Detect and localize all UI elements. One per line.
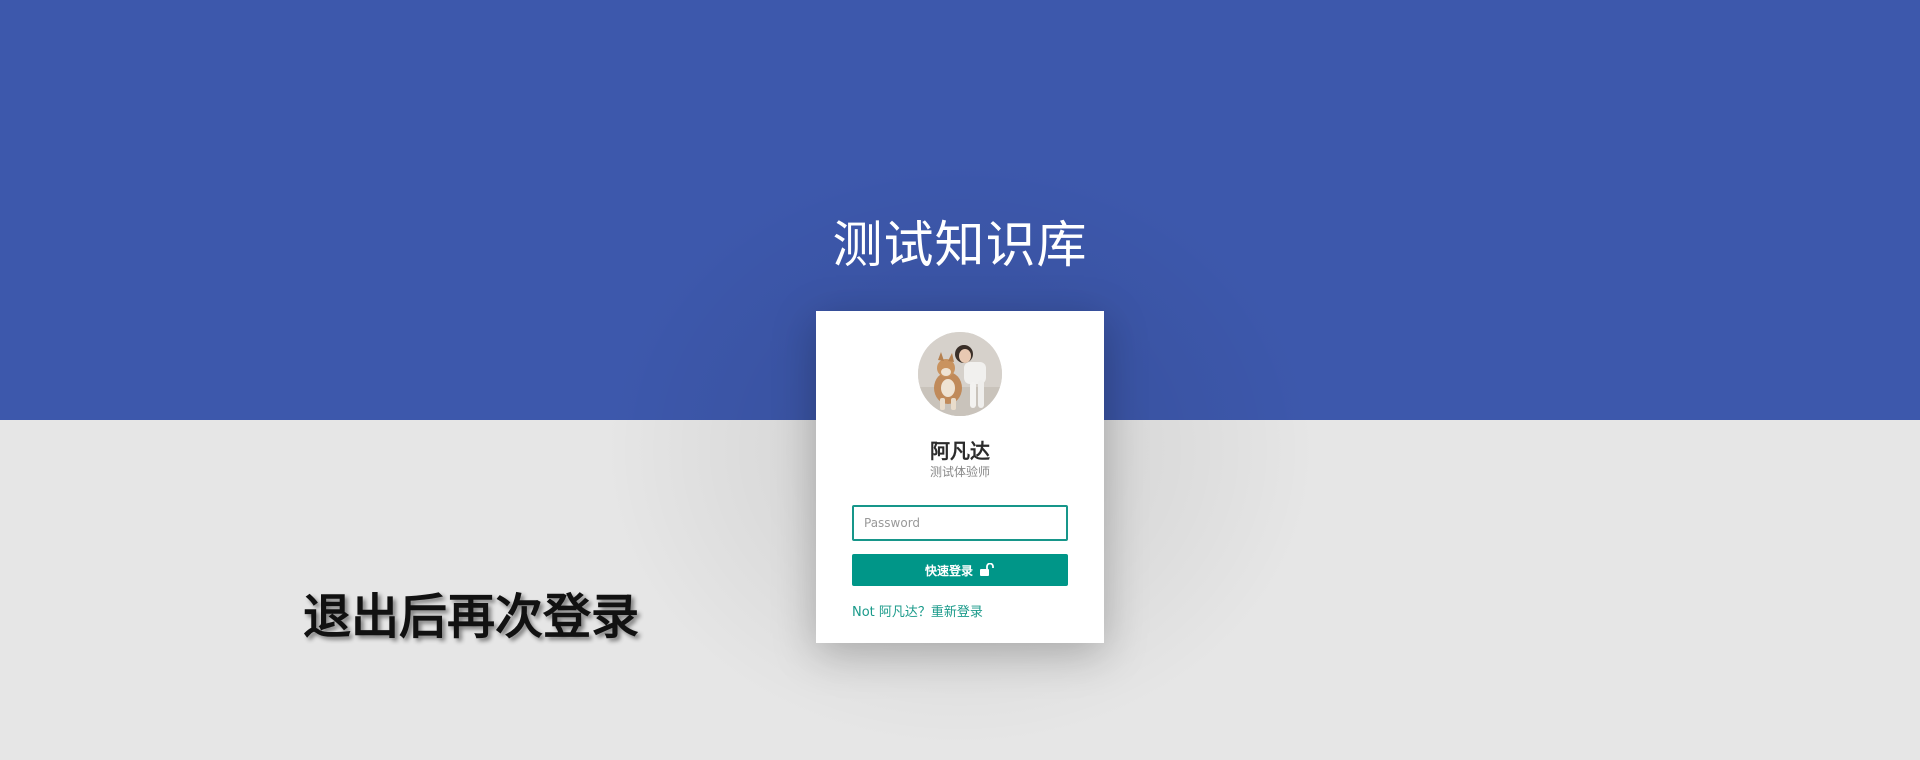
avatar-image xyxy=(918,332,1002,416)
user-role: 测试体验师 xyxy=(929,465,990,479)
site-title: 测试知识库 xyxy=(832,216,1088,274)
caption-text: 退出后再次登录 xyxy=(303,589,640,645)
login-card: 阿凡达 测试体验师 快速登录 Not 阿凡达？重新登录 xyxy=(816,311,1104,643)
switch-user-row: Not 阿凡达？重新登录 xyxy=(852,601,983,620)
unlock-icon xyxy=(979,562,995,577)
user-name: 阿凡达 xyxy=(930,439,990,463)
relogin-link[interactable]: 重新登录 xyxy=(931,605,983,620)
switch-user-prefix: Not 阿凡达？ xyxy=(852,605,931,620)
login-button-label: 快速登录 xyxy=(924,563,973,578)
user-avatar xyxy=(918,332,1002,416)
password-input[interactable] xyxy=(852,505,1068,541)
quick-login-button[interactable]: 快速登录 xyxy=(852,554,1068,586)
